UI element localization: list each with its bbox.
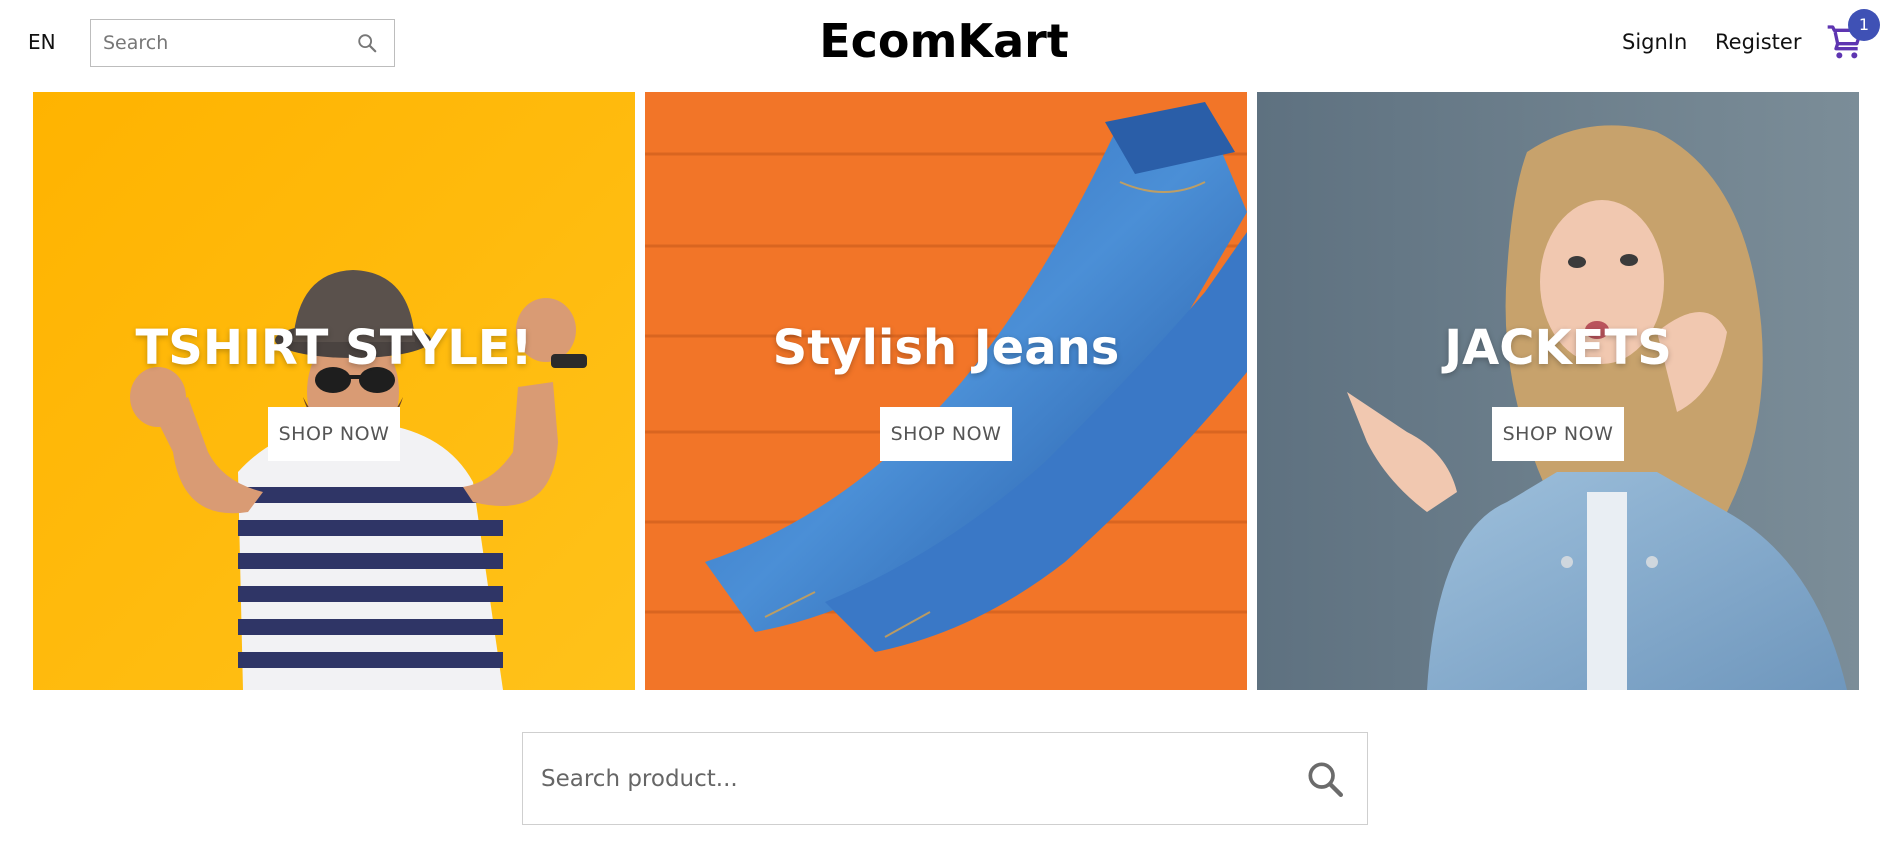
shop-now-button[interactable]: SHOP NOW: [1492, 407, 1624, 461]
slide-title: TSHIRT STYLE!: [135, 320, 533, 376]
shop-now-button[interactable]: SHOP NOW: [268, 407, 400, 461]
slide-title: Stylish Jeans: [772, 320, 1120, 376]
signin-link[interactable]: SignIn: [1622, 30, 1687, 54]
slide-jeans[interactable]: Stylish Jeans SHOP NOW: [645, 92, 1247, 690]
hero-slider: TSHIRT STYLE! SHOP NOW Stylish Jeans SHO…: [33, 92, 1860, 690]
search-icon[interactable]: [1305, 759, 1345, 799]
slide-jackets[interactable]: JACKETS SHOP NOW: [1257, 92, 1859, 690]
top-navbar: EN EcomKart SignIn Register 1: [0, 0, 1888, 90]
register-link[interactable]: Register: [1715, 30, 1801, 54]
header-search-input[interactable]: [101, 28, 341, 58]
language-selector[interactable]: EN: [28, 30, 56, 54]
jacket-model-image: [1257, 92, 1859, 690]
header-search-box: [90, 19, 395, 67]
shop-now-button[interactable]: SHOP NOW: [880, 407, 1012, 461]
cart-count-badge: 1: [1848, 9, 1880, 41]
product-search-input[interactable]: [539, 759, 1239, 799]
slide-title: JACKETS: [1444, 320, 1672, 376]
search-icon[interactable]: [356, 32, 378, 54]
tshirt-model-image: [33, 92, 635, 690]
brand-logo-text[interactable]: EcomKart: [819, 14, 1069, 68]
slide-tshirt[interactable]: TSHIRT STYLE! SHOP NOW: [33, 92, 635, 690]
product-search-box: [522, 732, 1368, 825]
jeans-image: [645, 92, 1247, 690]
